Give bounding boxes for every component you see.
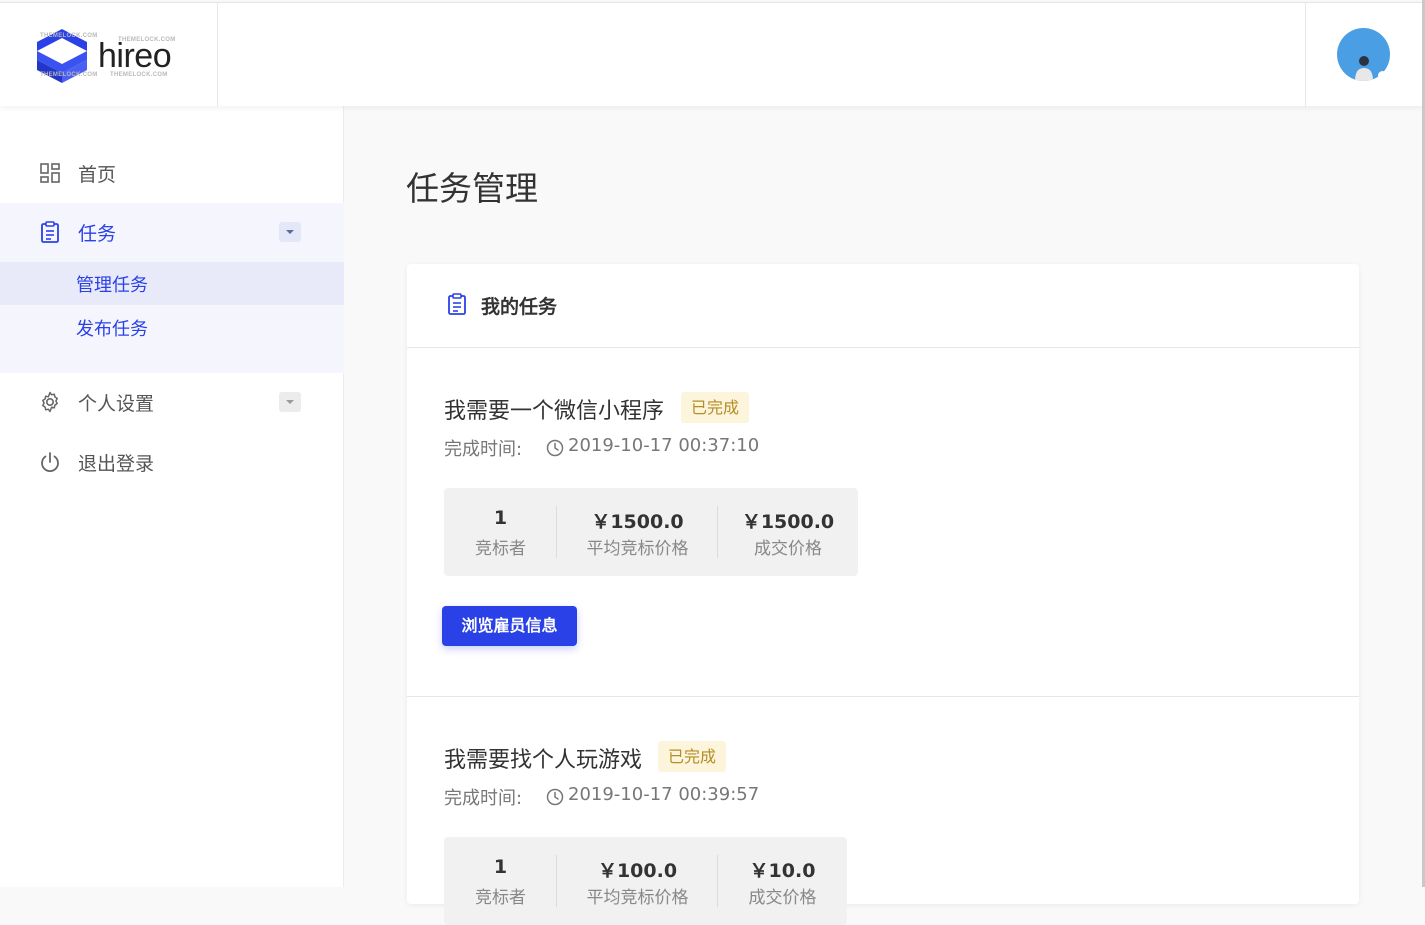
power-icon	[41, 452, 59, 473]
user-menu[interactable]	[1305, 3, 1422, 107]
completion-time-label: 完成时间:	[444, 788, 523, 809]
stat-value: ￥1500.0	[741, 511, 835, 533]
sidebar-item-settings[interactable]: 个人设置	[0, 373, 344, 431]
stat-value: 1	[493, 507, 508, 529]
stat-avg-price: ￥100.0 平均竞标价格	[557, 837, 718, 925]
stat-bidders: 1 竞标者	[444, 488, 557, 576]
card-title: 我的任务	[481, 296, 558, 318]
task-title[interactable]: 我需要找个人玩游戏	[444, 742, 642, 774]
watermark-text: THEMELOCK.COM	[40, 33, 98, 39]
stat-bidders: 1 竞标者	[444, 837, 557, 925]
gear-icon	[42, 391, 58, 413]
chevron-down-icon[interactable]	[279, 392, 301, 412]
clipboard-icon	[448, 293, 466, 315]
brand-name: hireo	[98, 37, 172, 75]
card-header: 我的任务	[407, 264, 1359, 348]
clock-icon	[546, 439, 564, 457]
task-stats: 1 竞标者 ￥1500.0 平均竞标价格 ￥1500.0 成交价格	[444, 488, 858, 576]
clock-icon	[546, 788, 564, 806]
stat-deal-price: ￥1500.0 成交价格	[718, 488, 858, 576]
completion-time-value: 2019-10-17 00:39:57	[568, 784, 760, 805]
stat-label: 成交价格	[754, 539, 822, 559]
status-badge: 已完成	[681, 392, 750, 423]
watermark-text: THEMELOCK.COM	[40, 72, 98, 78]
main-content: 任务管理 我的任务 我需要一个微信小程序 已完成 完成时间: 2019-10-1…	[345, 106, 1422, 925]
stat-avg-price: ￥1500.0 平均竞标价格	[557, 488, 718, 576]
stat-label: 竞标者	[475, 539, 526, 559]
stat-value: ￥1500.0	[591, 511, 684, 533]
sidebar: 首页 任务 管理任务 发布任务 个人设置 退出登录	[0, 106, 344, 887]
sidebar-item-label: 任务	[78, 222, 117, 245]
stat-value: ￥10.0	[749, 860, 816, 882]
task-title[interactable]: 我需要一个微信小程序	[444, 393, 664, 425]
stat-deal-price: ￥10.0 成交价格	[718, 837, 847, 925]
sidebar-item-logout[interactable]: 退出登录	[0, 433, 344, 491]
clipboard-icon	[41, 221, 59, 243]
submenu-item-label: 发布任务	[76, 319, 148, 340]
task-item: 我需要一个微信小程序 已完成 完成时间: 2019-10-17 00:37:10…	[407, 348, 1359, 697]
completion-time-label: 完成时间:	[444, 439, 523, 460]
sidebar-item-publish-task[interactable]: 发布任务	[0, 306, 344, 349]
logo[interactable]: THEMELOCK.COM THEMELOCK.COM THEMELOCK.CO…	[0, 3, 218, 107]
my-tasks-card: 我的任务 我需要一个微信小程序 已完成 完成时间: 2019-10-17 00:…	[407, 264, 1359, 925]
completion-time-value: 2019-10-17 00:37:10	[568, 435, 760, 456]
stat-label: 平均竞标价格	[586, 539, 689, 559]
stat-value: 1	[493, 856, 508, 878]
submenu-item-label: 管理任务	[76, 275, 148, 296]
dashboard-icon	[40, 163, 60, 183]
status-badge: 已完成	[658, 741, 727, 772]
sidebar-item-manage-tasks[interactable]: 管理任务	[0, 262, 344, 305]
sidebar-item-label: 首页	[78, 163, 117, 186]
task-stats: 1 竞标者 ￥100.0 平均竞标价格 ￥10.0 成交价格	[444, 837, 847, 925]
sidebar-item-label: 退出登录	[78, 452, 155, 475]
sidebar-item-home[interactable]: 首页	[0, 144, 344, 202]
sidebar-item-label: 个人设置	[78, 392, 155, 415]
chevron-down-icon[interactable]	[279, 222, 301, 242]
online-status-dot	[1378, 71, 1387, 80]
view-employee-info-button[interactable]: 浏览雇员信息	[442, 606, 577, 646]
top-header: THEMELOCK.COM THEMELOCK.COM THEMELOCK.CO…	[0, 2, 1422, 107]
sidebar-item-tasks[interactable]: 任务	[0, 203, 344, 261]
page-title: 任务管理	[406, 169, 538, 208]
task-item: 我需要找个人玩游戏 已完成 完成时间: 2019-10-17 00:39:57 …	[407, 697, 1359, 925]
stat-value: ￥100.0	[597, 860, 678, 882]
tasks-submenu: 管理任务 发布任务	[0, 261, 344, 373]
